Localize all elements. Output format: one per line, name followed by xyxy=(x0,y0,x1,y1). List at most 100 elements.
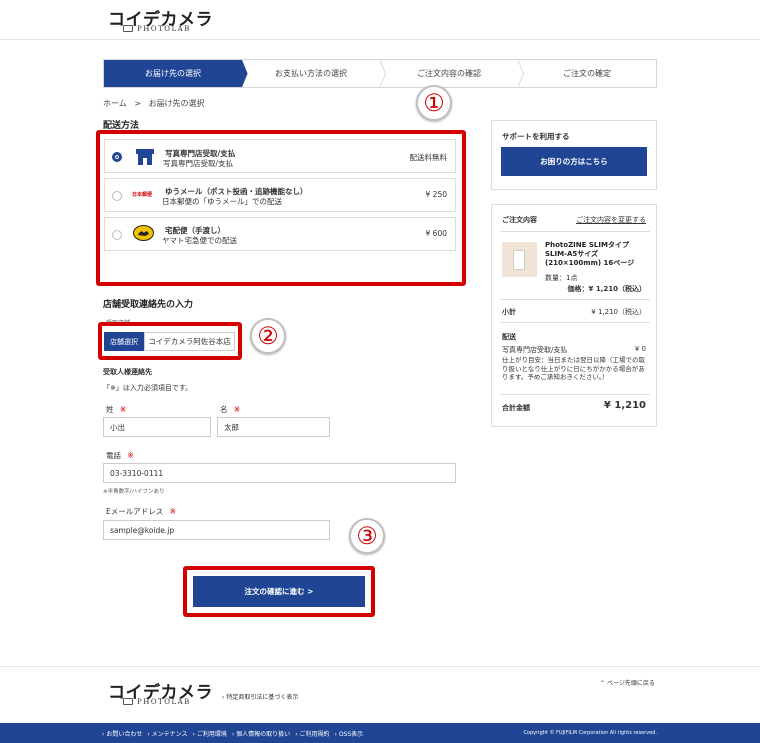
proceed-to-confirm-button[interactable]: 注文の確認に進む > xyxy=(193,576,365,607)
step-payment: お支払い方法の選択 xyxy=(242,60,386,87)
store-select-button[interactable]: 店舗選択 xyxy=(104,332,144,351)
shipping-price: ¥ 0 xyxy=(634,345,646,353)
camera-icon xyxy=(123,698,133,705)
option-desc: 写真専門店受取/支払 xyxy=(163,159,234,168)
link-label: 個人情報の取り扱い xyxy=(236,731,291,738)
chevron-up-icon: ⌃ xyxy=(600,680,606,687)
required-mark: ※ xyxy=(119,405,127,414)
label-text: 名 xyxy=(220,405,228,414)
option-price: 配送料無料 xyxy=(409,153,448,162)
option-desc: ヤマト宅急便での配送 xyxy=(162,236,237,245)
step-arrow xyxy=(517,60,524,87)
phone-input[interactable]: 03-3310-0111 xyxy=(103,463,456,483)
required-mark: ※ xyxy=(169,507,176,516)
product-name: PhotoZINE SLIMタイプ SLIM-A5サイズ(210×100mm) … xyxy=(545,241,635,267)
breadcrumb-current: お届け先の選択 xyxy=(148,99,205,108)
selected-store-name: コイデカメラ阿佐谷本店 xyxy=(144,332,235,351)
checkout-steps: お届け先の選択 お支払い方法の選択 ご注文内容の確認 ご注文の確定 xyxy=(103,59,657,88)
recipient-title: 受取人様連絡先 xyxy=(103,368,152,376)
shipping-note: 仕上がり目安：当日または翌日以降（工場での取り扱いとなり仕上がりに日にちがかかる… xyxy=(502,356,645,381)
product-price: 価格：¥ 1,210（税込） xyxy=(567,285,646,293)
phone-label: 電話 ※ xyxy=(106,450,134,461)
last-name-input[interactable]: 小出 xyxy=(103,417,211,437)
product-thumbnail-book xyxy=(513,250,525,270)
step-arrow xyxy=(236,60,248,87)
store-icon xyxy=(136,149,154,165)
logo-subtitle: PHOTOLAB xyxy=(137,25,191,33)
copyright: Copyright © FUJIFILM Corporation All rig… xyxy=(523,730,657,736)
last-name-label: 姓 ※ xyxy=(106,404,126,415)
support-box: サポートを利用する お困りの方はこちら xyxy=(491,120,657,190)
link-label: お問い合わせ xyxy=(106,731,143,738)
label-text: Eメールアドレス xyxy=(106,507,164,516)
divider xyxy=(500,299,650,300)
required-mark: ※ xyxy=(233,405,241,414)
footer-logo-subtitle: PHOTOLAB xyxy=(137,698,191,706)
annotation-3: ③ xyxy=(349,518,385,554)
option-price: ¥ 600 xyxy=(425,229,447,238)
product-qty: 数量：1点 xyxy=(545,274,578,282)
order-summary-box: ご注文内容 ご注文内容を変更する PhotoZINE SLIMタイプ SLIM-… xyxy=(491,204,657,427)
subtotal-value: ¥ 1,210（税込） xyxy=(591,308,646,316)
annotation-1: ① xyxy=(416,85,452,121)
annotation-2: ② xyxy=(250,318,286,354)
footer-link-maintenance[interactable]: › メンテナンス xyxy=(147,729,187,738)
step-label: ご注文の確定 xyxy=(563,69,611,78)
delivery-option-takkyubin[interactable]: 宅配便（手渡し） ヤマト宅急便での配送 ¥ 600 xyxy=(104,217,456,251)
radio-unselected[interactable] xyxy=(112,191,122,201)
label-text: 姓 xyxy=(106,405,114,414)
footer-divider xyxy=(0,666,760,667)
product-thumbnail xyxy=(502,242,537,277)
footer-link-privacy[interactable]: › 個人情報の取り扱い xyxy=(232,729,290,738)
option-price: ¥ 250 xyxy=(425,190,447,199)
delivery-option-yumail[interactable]: 日本郵便 ゆうメール（ポスト投函・追跡機能なし） 日本郵便の「ゆうメール」での配… xyxy=(104,178,456,212)
link-label: ご利用規約 xyxy=(299,731,330,738)
store-section-title: 店舗受取連絡先の入力 xyxy=(103,300,194,310)
radio-unselected[interactable] xyxy=(112,230,122,240)
order-title: ご注文内容 xyxy=(502,216,537,224)
step-label: ご注文内容の確認 xyxy=(417,69,481,78)
footer-link-oss[interactable]: › OSS表示 xyxy=(335,729,364,738)
law-link[interactable]: › 特定商取引法に基づく表示 xyxy=(222,692,298,701)
required-note: 「※」は入力必須項目です。 xyxy=(103,384,193,392)
first-name-input[interactable]: 太郎 xyxy=(217,417,330,437)
step-complete: ご注文の確定 xyxy=(518,60,656,87)
footer-link-terms[interactable]: › ご利用規約 xyxy=(295,729,329,738)
step-confirm: ご注文内容の確認 xyxy=(380,60,524,87)
total-label: 合計金額 xyxy=(502,404,530,412)
shipping-method: 写真専門店受取/支払 xyxy=(502,346,568,354)
breadcrumb-sep: > xyxy=(134,99,142,108)
footer-link-contact[interactable]: › お問い合わせ xyxy=(102,729,142,738)
chevron-right-icon: › xyxy=(222,694,225,701)
step-label: お支払い方法の選択 xyxy=(275,69,347,78)
email-label: Eメールアドレス ※ xyxy=(106,506,176,517)
radio-selected[interactable] xyxy=(112,152,122,162)
camera-icon xyxy=(123,25,133,32)
divider xyxy=(500,322,650,323)
step-arrow xyxy=(379,60,386,87)
divider xyxy=(500,231,650,232)
email-input[interactable]: sample@koide.jp xyxy=(103,520,330,540)
divider xyxy=(500,394,650,395)
japan-post-logo: 日本郵便 xyxy=(132,192,153,198)
label-text: 電話 xyxy=(106,451,121,460)
shipping-title: 配送 xyxy=(502,333,516,341)
header-divider xyxy=(0,39,760,40)
breadcrumb: ホーム > お届け先の選択 xyxy=(103,98,205,109)
yamato-cat-icon xyxy=(133,225,154,241)
footer-link-environment[interactable]: › ご利用環境 xyxy=(193,729,227,738)
footer-links: › お問い合わせ › メンテナンス › ご利用環境 › 個人情報の取り扱い › … xyxy=(102,729,363,738)
law-link-label: 特定商取引法に基づく表示 xyxy=(226,694,299,701)
back-to-top-label: ページ先頭に戻る xyxy=(606,680,655,687)
delivery-option-store[interactable]: 写真専門店受取/支払 写真専門店受取/支払 配送料無料 xyxy=(104,139,456,173)
first-name-label: 名 ※ xyxy=(220,404,240,415)
breadcrumb-home[interactable]: ホーム xyxy=(103,99,127,108)
link-label: ご利用環境 xyxy=(196,731,227,738)
back-to-top-link[interactable]: ⌃ ページ先頭に戻る xyxy=(600,678,655,687)
change-order-link[interactable]: ご注文内容を変更する xyxy=(576,215,646,225)
help-button[interactable]: お困りの方はこちら xyxy=(501,147,647,176)
footer-bar: › お問い合わせ › メンテナンス › ご利用環境 › 個人情報の取り扱い › … xyxy=(0,723,760,743)
option-desc: 日本郵便の「ゆうメール」での配送 xyxy=(162,197,282,206)
link-label: メンテナンス xyxy=(151,731,188,738)
link-label: OSS表示 xyxy=(338,731,364,738)
